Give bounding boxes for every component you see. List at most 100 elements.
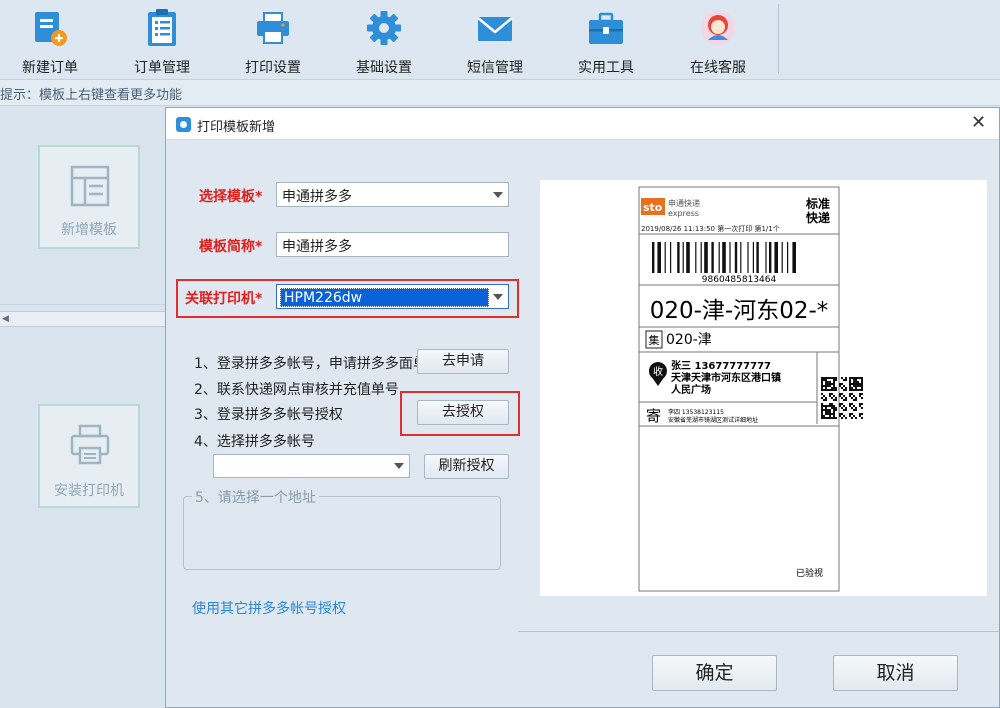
qr-module [849, 385, 851, 387]
qr-module [855, 417, 857, 419]
barcode-bar [781, 242, 783, 273]
template-select[interactable]: 申通拼多多 [276, 182, 509, 207]
qr-module [861, 379, 863, 381]
qr-module [825, 385, 827, 387]
qr-module [833, 379, 835, 381]
qr-module [831, 397, 833, 399]
toolbar-new-order[interactable]: 新建订单 [0, 4, 100, 78]
toolbar-online-support[interactable]: 在线客服 [668, 4, 768, 78]
service-line-1: 标准 [805, 196, 830, 211]
toolbar-order-management[interactable]: 订单管理 [112, 4, 212, 78]
qr-module [831, 377, 833, 379]
qr-module [829, 381, 831, 383]
dialog-titlebar: 打印模板新增 ✕ [166, 108, 999, 140]
qr-module [855, 379, 857, 381]
qr-module [829, 393, 831, 395]
envelope-icon [477, 17, 513, 41]
account-select[interactable] [213, 454, 410, 478]
qr-module [855, 389, 857, 391]
qr-module [833, 415, 835, 417]
qr-module [845, 417, 847, 419]
qr-module [833, 407, 835, 409]
template-label: 选择模板* [199, 189, 263, 205]
toolbar-label: 在线客服 [690, 60, 746, 76]
qr-module [841, 403, 843, 405]
panel-divider [0, 304, 166, 305]
qr-module [857, 377, 859, 379]
qr-module [827, 417, 829, 419]
qr-module [849, 383, 851, 385]
qr-module [825, 407, 827, 409]
close-icon[interactable]: ✕ [971, 112, 986, 133]
main-toolbar: 新建订单 订单管理 打印设置 基础设置 短信管理 实用工具 在线客服 [0, 0, 1000, 80]
refresh-auth-button[interactable]: 刷新授权 [424, 454, 509, 479]
qr-module [833, 409, 835, 411]
qr-module [821, 411, 823, 413]
qr-module [859, 395, 861, 397]
toolbar-print-settings[interactable]: 打印设置 [223, 4, 323, 78]
qr-module [853, 385, 855, 387]
qr-module [849, 415, 851, 417]
barcode-bar [670, 242, 672, 273]
template-add-dialog: 打印模板新增 ✕ 选择模板* 申通拼多多 模板简称* 申通拼多多 关联打印机* … [165, 107, 1000, 708]
qr-module [821, 393, 823, 395]
footer-divider [518, 631, 999, 632]
qr-module [829, 389, 831, 391]
qr-module [829, 415, 831, 417]
sender-address: 安徽省芜湖市镜湖区测试详细地址 [668, 416, 758, 424]
authorize-button[interactable]: 去授权 [417, 400, 509, 425]
sender-name-phone: 李四 13538123115 [668, 408, 724, 416]
qr-module [833, 383, 835, 385]
qr-module [843, 415, 845, 417]
alias-input[interactable]: 申通拼多多 [276, 232, 509, 257]
qr-module [827, 385, 829, 387]
dialog-title: 打印模板新增 [197, 120, 276, 135]
qr-module [839, 403, 841, 405]
qr-module [859, 393, 861, 395]
qr-module [853, 381, 855, 383]
qr-module [829, 403, 831, 405]
qr-module [849, 379, 851, 381]
chevron-down-icon [493, 192, 503, 198]
qr-module [849, 413, 851, 415]
scroll-left-icon[interactable]: ◀ [2, 314, 9, 324]
qr-module [821, 409, 823, 411]
qr-module [839, 383, 841, 385]
qr-module [853, 405, 855, 407]
barcode-bar [700, 242, 702, 273]
toolbar-tools[interactable]: 实用工具 [556, 4, 656, 78]
horizontal-scrollbar[interactable]: ◀ [0, 311, 166, 327]
other-account-auth-link[interactable]: 使用其它拼多多帐号授权 [192, 598, 346, 618]
qr-module [845, 397, 847, 399]
qr-module [853, 399, 855, 401]
qr-module [861, 389, 863, 391]
cancel-button[interactable]: 取消 [833, 655, 958, 691]
qr-module [821, 377, 823, 379]
qr-module [845, 379, 847, 381]
qr-module [821, 381, 823, 383]
qr-module [849, 381, 851, 383]
qr-module [859, 383, 861, 385]
add-template-card[interactable]: 新增模板 [38, 145, 140, 249]
qr-module [857, 385, 859, 387]
apply-button[interactable]: 去申请 [417, 349, 509, 374]
qr-module [849, 387, 851, 389]
barcode-bar [787, 242, 789, 273]
qr-module [861, 417, 863, 419]
qr-module [823, 415, 825, 417]
qr-module [843, 379, 845, 381]
install-printer-card[interactable]: 安装打印机 [38, 404, 140, 508]
qr-module [829, 417, 831, 419]
toolbar-sms-management[interactable]: 短信管理 [445, 4, 545, 78]
toolbar-basic-settings[interactable]: 基础设置 [334, 4, 434, 78]
qr-module [833, 377, 835, 379]
qr-module [827, 381, 829, 383]
toolbox-icon [589, 12, 623, 44]
barcode-bar [682, 242, 684, 273]
qr-module [831, 393, 833, 395]
printer-select[interactable]: HPM226dw [276, 284, 509, 309]
qr-module [861, 383, 863, 385]
ok-button[interactable]: 确定 [652, 655, 777, 691]
qr-module [855, 385, 857, 387]
toolbar-label: 基础设置 [356, 60, 412, 76]
